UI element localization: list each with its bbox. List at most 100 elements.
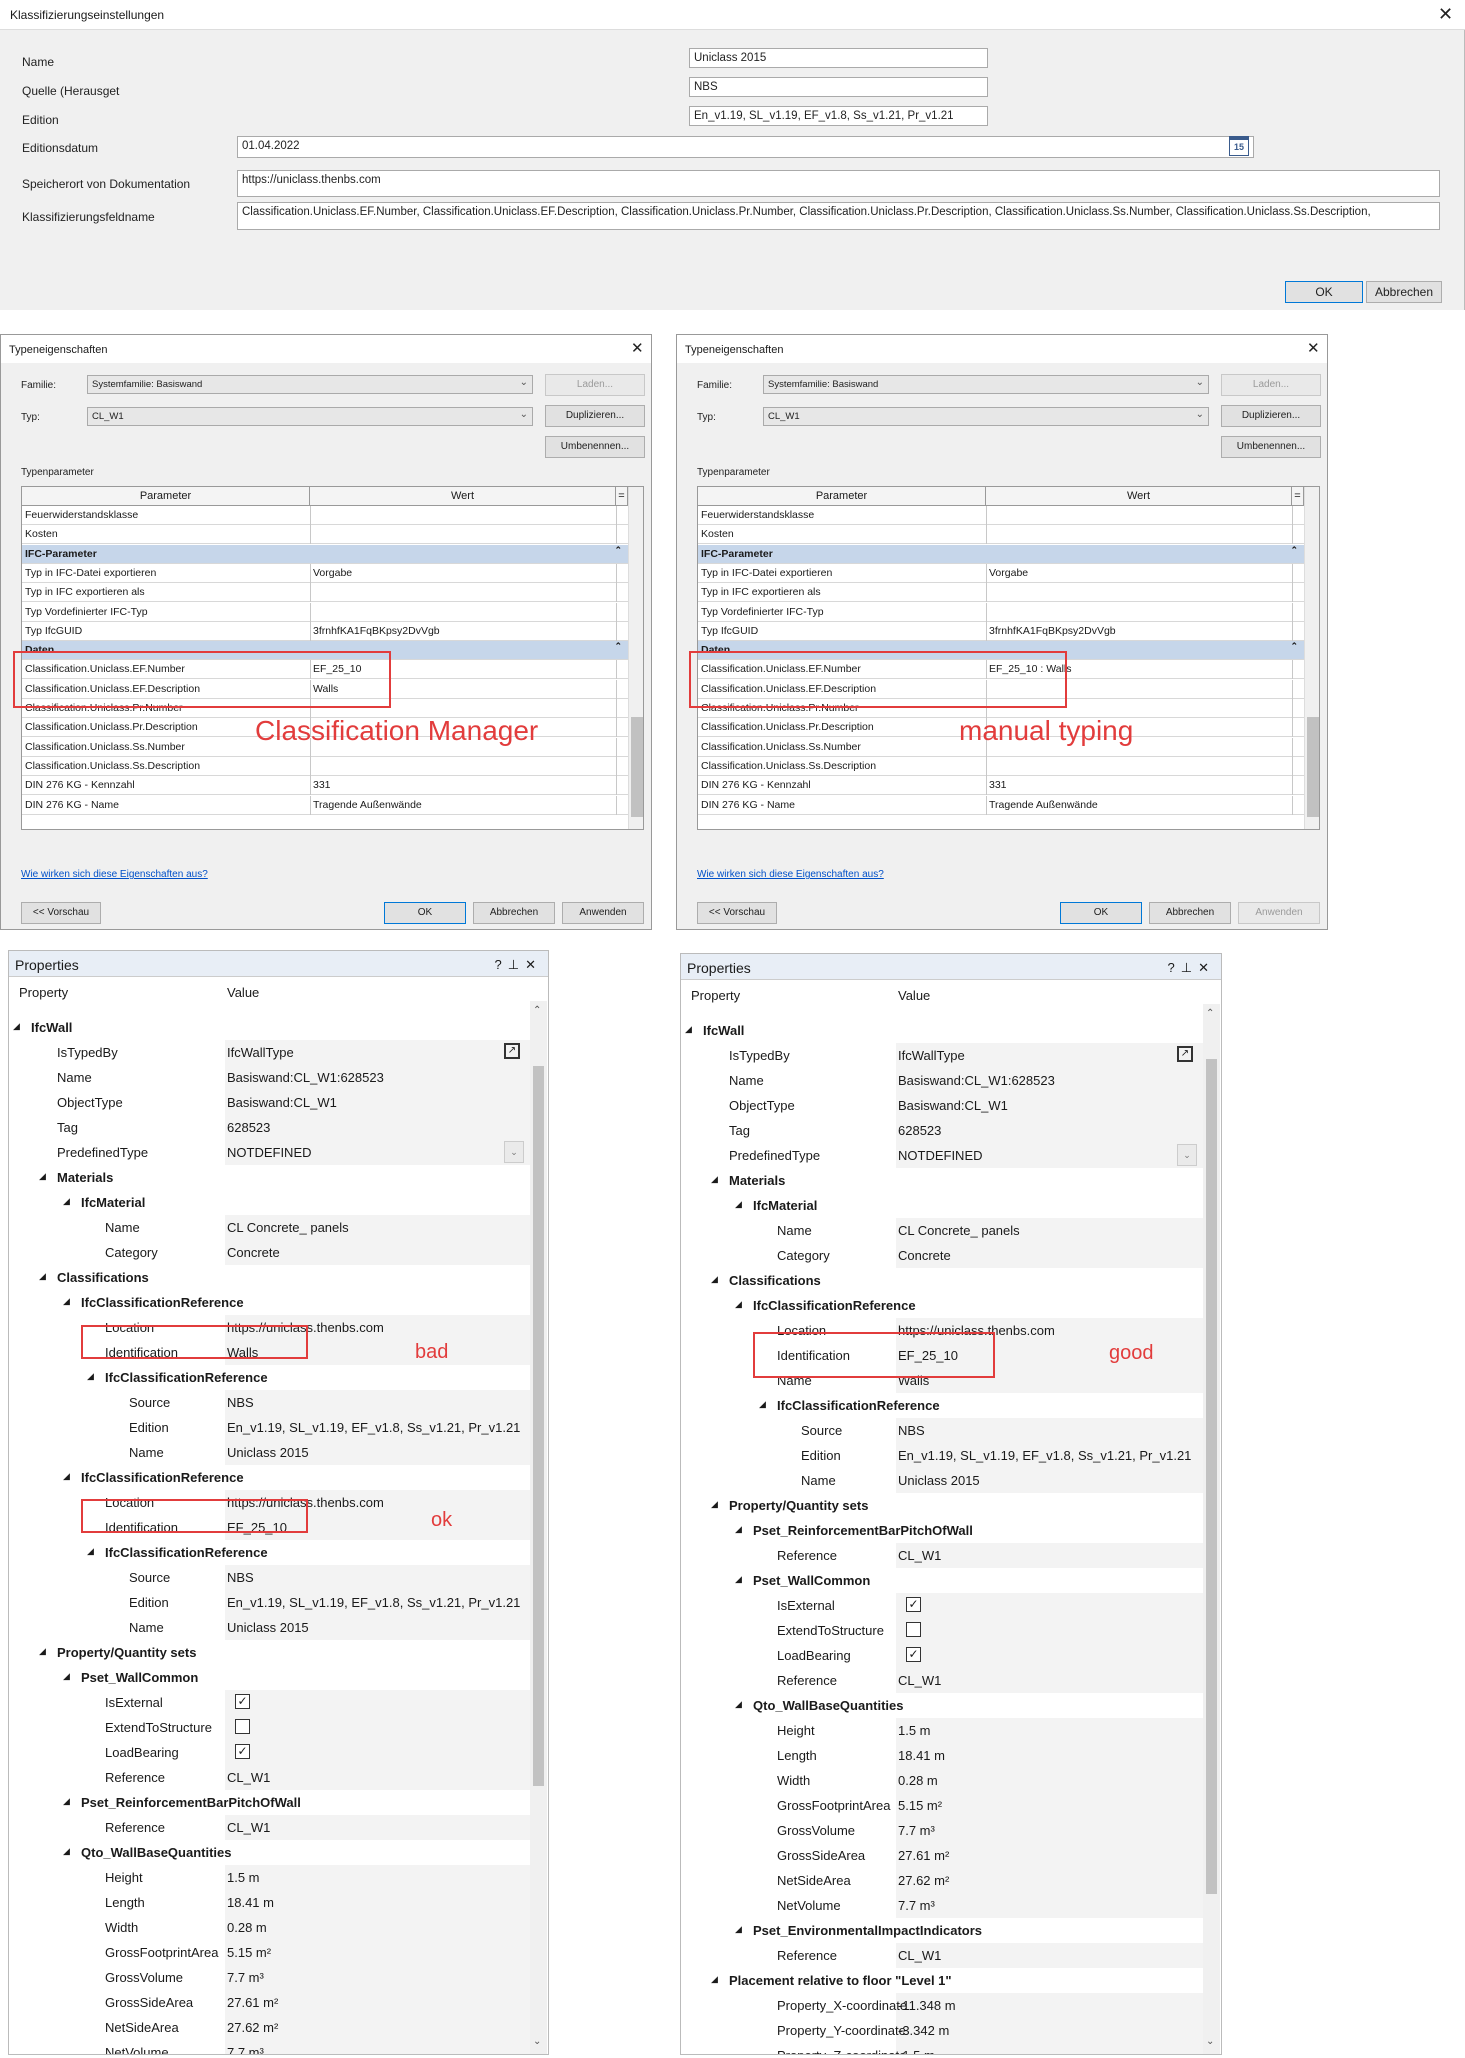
property-row[interactable]: Width 0.28 m [681, 1768, 1203, 1793]
property-group[interactable]: ◢ Materials [681, 1168, 1203, 1193]
family-combo[interactable]: Systemfamilie: Basiswand ⌄ [763, 375, 1209, 394]
property-group[interactable]: ◢ Placement relative to floor "Level 1" [681, 1968, 1203, 1993]
parameter-row[interactable]: Kosten [698, 525, 1304, 545]
property-row[interactable]: Length 18.41 m [681, 1743, 1203, 1768]
expand-triangle-icon[interactable]: ◢ [13, 1021, 20, 1032]
property-row[interactable]: Source NBS [681, 1418, 1203, 1443]
close-icon[interactable]: ✕ [1438, 5, 1453, 23]
name-field[interactable]: Uniclass 2015 [689, 48, 988, 68]
property-row[interactable]: Tag 628523 [681, 1118, 1203, 1143]
property-row[interactable]: Length 18.41 m [9, 1890, 530, 1915]
property-group[interactable]: ◢ Pset_ReinforcementBarPitchOfWall [9, 1790, 530, 1815]
type-combo[interactable]: CL_W1 ⌄ [87, 407, 533, 426]
property-row[interactable]: GrossVolume 7.7 m³ [681, 1818, 1203, 1843]
property-group[interactable]: ◢ Pset_WallCommon [9, 1665, 530, 1690]
scrollbar[interactable] [1304, 487, 1319, 829]
property-group[interactable]: ◢ IfcWall [681, 1018, 1203, 1043]
property-row[interactable]: NetSideArea 27.62 m² [681, 1868, 1203, 1893]
expand-triangle-icon[interactable]: ◢ [87, 1371, 94, 1382]
parameter-row[interactable]: DIN 276 KG - Kennzahl 331 [698, 776, 1304, 796]
close-icon[interactable]: ✕ [1307, 340, 1320, 358]
property-row[interactable]: GrossSideArea 27.61 m² [9, 1990, 530, 2015]
family-combo[interactable]: Systemfamilie: Basiswand ⌄ [87, 375, 533, 394]
property-row[interactable]: Source NBS [9, 1390, 530, 1415]
property-group[interactable]: ◢ Classifications [9, 1265, 530, 1290]
scrollbar-thumb[interactable] [1206, 1059, 1217, 1894]
property-row[interactable]: Edition En_v1.19, SL_v1.19, EF_v1.8, Ss_v… [681, 1443, 1203, 1468]
expand-triangle-icon[interactable]: ◢ [735, 1699, 742, 1710]
help-link[interactable]: Wie wirken sich diese Eigenschaften aus? [21, 869, 208, 880]
property-group[interactable]: ◢ Property/Quantity sets [681, 1493, 1203, 1518]
scroll-down-icon[interactable]: ⌄ [1206, 2036, 1214, 2047]
property-row[interactable]: Source NBS [9, 1565, 530, 1590]
property-row[interactable]: PredefinedType NOTDEFINED ⌄ [9, 1140, 530, 1165]
property-row[interactable]: Category Concrete [9, 1240, 530, 1265]
parameter-row[interactable]: Typ Vordefinierter IFC-Typ [22, 602, 628, 622]
parameter-row[interactable]: Classification.Uniclass.Ss.Description [698, 756, 1304, 776]
collapse-icon[interactable]: ⌃ [614, 641, 622, 652]
property-row[interactable]: IsTypedBy IfcWallType ↗ [681, 1043, 1203, 1068]
help-icon[interactable]: ? [1168, 960, 1181, 975]
expand-triangle-icon[interactable]: ◢ [63, 1846, 70, 1857]
parameter-row[interactable]: Typ in IFC exportieren als [22, 583, 628, 603]
expand-triangle-icon[interactable]: ◢ [759, 1399, 766, 1410]
type-combo[interactable]: CL_W1 ⌄ [763, 407, 1209, 426]
expand-triangle-icon[interactable]: ◢ [735, 1299, 742, 1310]
parameter-row[interactable]: Typ in IFC-Datei exportieren Vorgabe [698, 563, 1304, 583]
collapse-icon[interactable]: ⌃ [1290, 545, 1298, 556]
open-link-icon[interactable]: ↗ [1177, 1046, 1193, 1062]
property-group[interactable]: ◢ IfcClassificationReference [9, 1540, 530, 1565]
property-row[interactable]: NetSideArea 27.62 m² [9, 2015, 530, 2040]
property-row[interactable]: Name Basiswand:CL_W1:628523 [681, 1068, 1203, 1093]
expand-triangle-icon[interactable]: ◢ [735, 1524, 742, 1535]
property-row[interactable]: Height 1.5 m [681, 1718, 1203, 1743]
ok-button[interactable]: OK [1285, 281, 1363, 303]
parameter-group[interactable]: IFC-Parameter ⌃ [698, 544, 1304, 564]
property-row[interactable]: IsExternal ✓ [681, 1593, 1203, 1618]
property-row[interactable]: Name Uniclass 2015 [681, 1468, 1203, 1493]
expand-triangle-icon[interactable]: ◢ [711, 1174, 718, 1185]
property-row[interactable]: Category Concrete [681, 1243, 1203, 1268]
expand-triangle-icon[interactable]: ◢ [87, 1546, 94, 1557]
expand-triangle-icon[interactable]: ◢ [63, 1196, 70, 1207]
expand-triangle-icon[interactable]: ◢ [711, 1974, 718, 1985]
property-row[interactable]: ObjectType Basiswand:CL_W1 [9, 1090, 530, 1115]
scroll-down-icon[interactable]: ⌄ [533, 2036, 541, 2047]
preview-button[interactable]: << Vorschau [697, 902, 777, 924]
property-group[interactable]: ◢ IfcMaterial [681, 1193, 1203, 1218]
property-row[interactable]: GrossFootprintArea 5.15 m² [681, 1793, 1203, 1818]
property-row[interactable]: NetVolume 7.7 m³ [681, 1893, 1203, 1918]
checked-checkbox[interactable]: ✓ [906, 1597, 921, 1612]
duplicate-button[interactable]: Duplizieren... [545, 405, 645, 427]
pin-icon[interactable]: ⊥ [1181, 960, 1198, 975]
doc-location-field[interactable]: https://uniclass.thenbs.com [237, 170, 1440, 197]
parameter-row[interactable]: DIN 276 KG - Name Tragende Außenwände [22, 795, 628, 815]
preview-button[interactable]: << Vorschau [21, 902, 101, 924]
parameter-row[interactable]: DIN 276 KG - Name Tragende Außenwände [698, 795, 1304, 815]
rename-button[interactable]: Umbenennen... [1221, 436, 1321, 458]
property-row[interactable]: ExtendToStructure [9, 1715, 530, 1740]
expand-triangle-icon[interactable]: ◢ [63, 1671, 70, 1682]
property-row[interactable]: Width 0.28 m [9, 1915, 530, 1940]
property-group[interactable]: ◢ IfcMaterial [9, 1190, 530, 1215]
cancel-button[interactable]: Abbrechen [1149, 902, 1231, 924]
open-link-icon[interactable]: ↗ [504, 1043, 520, 1059]
expand-triangle-icon[interactable]: ◢ [735, 1924, 742, 1935]
parameter-row[interactable]: Kosten [22, 525, 628, 545]
property-row[interactable]: LoadBearing ✓ [9, 1740, 530, 1765]
property-row[interactable]: PredefinedType NOTDEFINED ⌄ [681, 1143, 1203, 1168]
expand-triangle-icon[interactable]: ◢ [63, 1296, 70, 1307]
property-group[interactable]: ◢ Pset_WallCommon [681, 1568, 1203, 1593]
chevron-down-icon[interactable]: ⌄ [1177, 1144, 1197, 1166]
parameter-row[interactable]: Typ in IFC-Datei exportieren Vorgabe [22, 563, 628, 583]
help-icon[interactable]: ? [495, 957, 508, 972]
property-row[interactable]: Name CL Concrete_ panels [9, 1215, 530, 1240]
load-button[interactable]: Laden... [1221, 374, 1321, 396]
source-field[interactable]: NBS [689, 77, 988, 97]
expand-triangle-icon[interactable]: ◢ [63, 1471, 70, 1482]
cancel-button[interactable]: Abbrechen [473, 902, 555, 924]
property-row[interactable]: Reference CL_W1 [9, 1815, 530, 1840]
duplicate-button[interactable]: Duplizieren... [1221, 405, 1321, 427]
expand-triangle-icon[interactable]: ◢ [735, 1574, 742, 1585]
property-row[interactable]: IsExternal ✓ [9, 1690, 530, 1715]
